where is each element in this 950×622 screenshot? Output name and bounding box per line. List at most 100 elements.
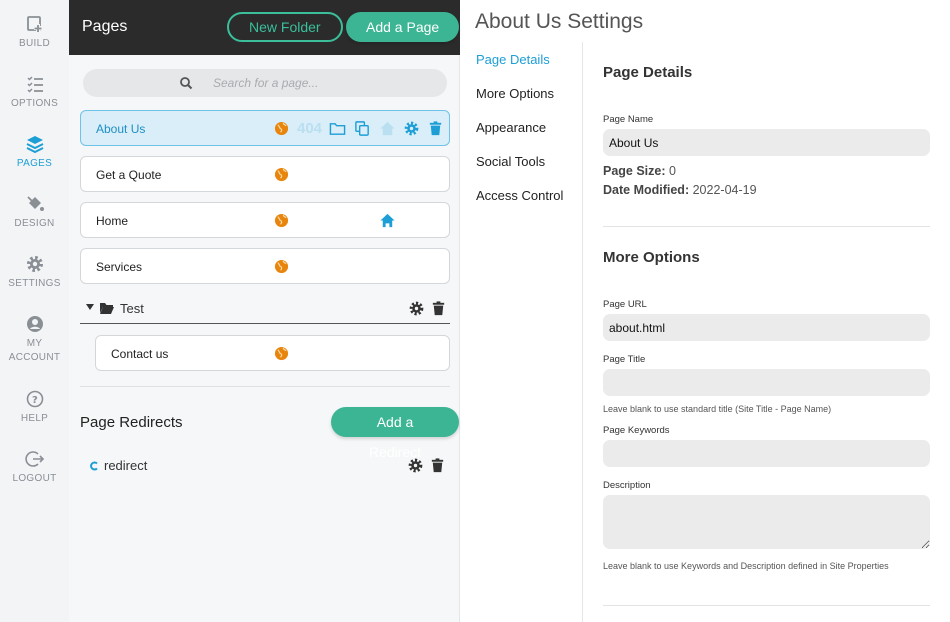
nav-settings-label: SETTINGS (8, 278, 61, 289)
page-url-label: Page URL (603, 299, 647, 310)
section-divider (80, 386, 450, 387)
nav-design[interactable]: DESIGN (0, 194, 69, 231)
description-textarea[interactable] (603, 495, 930, 549)
redirect-name: redirect (104, 458, 148, 473)
add-redirect-button[interactable]: Add a Redirect (331, 407, 459, 460)
page-name: Services (96, 260, 143, 274)
globe-icon (274, 259, 289, 274)
page-size-label: Page Size: (603, 164, 666, 178)
page-row-about-us[interactable]: About Us 404 (80, 110, 450, 146)
nav-account-label: ACCOUNT (8, 352, 61, 363)
page-title-hint: Leave blank to use standard title (Site … (603, 404, 832, 414)
page-url-input[interactable] (603, 314, 930, 341)
settings-nav-appearance[interactable]: Appearance (476, 120, 546, 135)
logout-icon (24, 451, 44, 467)
settings-nav-page-details[interactable]: Page Details (476, 52, 550, 67)
globe-icon (274, 167, 289, 182)
folder-name: Test (120, 301, 144, 316)
nav-build[interactable]: BUILD (0, 14, 69, 51)
page-title-label: Page Title (603, 354, 646, 365)
page-details-heading: Page Details (603, 64, 693, 81)
nav-logout[interactable]: LOGOUT (0, 449, 69, 486)
help-circle-icon: ? (26, 390, 43, 408)
redirect-item[interactable]: redirect (89, 458, 147, 473)
page-name: Get a Quote (96, 168, 162, 182)
404-page-toggle[interactable]: 404 (297, 120, 322, 137)
folder-settings-gear-icon[interactable] (408, 300, 425, 317)
add-page-button[interactable]: Add a Page (346, 12, 460, 42)
search-icon (180, 77, 193, 90)
date-modified-value: 2022-04-19 (692, 183, 757, 197)
section-separator (603, 605, 930, 606)
page-row-get-a-quote[interactable]: Get a Quote (80, 156, 450, 192)
nav-logout-label: LOGOUT (12, 473, 57, 484)
page-size: Page Size: 0 (603, 164, 676, 178)
home-page-indicator-icon (380, 213, 395, 228)
build-icon (26, 16, 42, 32)
date-modified: Date Modified: 2022-04-19 (603, 183, 757, 197)
new-folder-button[interactable]: New Folder (227, 12, 343, 42)
more-options-heading: More Options (603, 249, 700, 266)
folder-trash-icon[interactable] (430, 300, 447, 317)
search-input[interactable] (213, 73, 433, 93)
gear-icon (26, 256, 43, 272)
paint-bucket-icon (26, 196, 44, 211)
globe-icon (274, 213, 289, 228)
description-label: Description (603, 480, 651, 491)
home-icon[interactable] (379, 120, 396, 137)
nav-pages-label: PAGES (16, 158, 53, 169)
page-name: About Us (96, 122, 146, 136)
nav-help-label: HELP (20, 413, 49, 424)
page-name: Home (96, 214, 129, 228)
pages-header: Pages New Folder Add a Page (69, 0, 460, 55)
folder-move-icon[interactable] (329, 120, 346, 137)
nav-settings[interactable]: SETTINGS (0, 254, 69, 291)
section-separator (603, 226, 930, 227)
nav-pages[interactable]: PAGES (0, 134, 69, 171)
page-keywords-input[interactable] (603, 440, 930, 467)
page-row-home[interactable]: Home (80, 202, 450, 238)
settings-nav-more-options[interactable]: More Options (476, 86, 554, 101)
trash-icon[interactable] (427, 120, 444, 137)
user-circle-icon (26, 316, 43, 332)
nav-my-account[interactable]: MY ACCOUNT (0, 314, 69, 365)
settings-nav-access-control[interactable]: Access Control (476, 188, 563, 203)
settings-nav: Page Details More Options Appearance Soc… (460, 42, 583, 622)
nav-help[interactable]: ? HELP (0, 389, 69, 426)
settings-gear-icon[interactable] (403, 120, 420, 137)
nav-options-label: OPTIONS (10, 98, 59, 109)
page-title-input[interactable] (603, 369, 930, 396)
page-size-value: 0 (669, 164, 676, 178)
nav-design-label: DESIGN (14, 218, 55, 229)
settings-title: About Us Settings (475, 10, 644, 33)
caret-down-icon[interactable] (86, 304, 94, 310)
page-redirects-title: Page Redirects (80, 414, 183, 431)
folder-row-test[interactable]: Test (80, 292, 450, 324)
duplicate-icon[interactable] (354, 120, 371, 137)
page-keywords-label: Page Keywords (603, 425, 670, 436)
globe-icon (274, 346, 289, 361)
main-nav-rail: BUILD OPTIONS PAGES DESIGN SETTINGS MY A… (0, 0, 69, 622)
pages-panel: Pages New Folder Add a Page About Us 404… (69, 0, 460, 622)
options-list-icon (26, 76, 43, 93)
pages-title: Pages (82, 18, 128, 35)
date-modified-label: Date Modified: (603, 183, 690, 197)
page-row-services[interactable]: Services (80, 248, 450, 284)
description-hint: Leave blank to use Keywords and Descript… (603, 561, 889, 571)
page-name: Contact us (111, 347, 169, 361)
settings-nav-social-tools[interactable]: Social Tools (476, 154, 545, 169)
redirect-arrow-icon (90, 461, 98, 471)
pages-layers-icon (26, 136, 43, 154)
page-row-contact-us[interactable]: Contact us (95, 335, 450, 371)
globe-icon (274, 121, 289, 136)
page-name-label: Page Name (603, 114, 654, 125)
nav-my-label: MY (26, 338, 43, 349)
svg-text:?: ? (31, 395, 37, 406)
nav-build-label: BUILD (19, 38, 50, 49)
redirect-settings-gear-icon[interactable] (407, 457, 424, 474)
redirect-trash-icon[interactable] (429, 457, 446, 474)
nav-options[interactable]: OPTIONS (0, 74, 69, 111)
page-search (83, 69, 447, 97)
page-name-input[interactable] (603, 129, 930, 156)
folder-open-icon (100, 303, 114, 314)
